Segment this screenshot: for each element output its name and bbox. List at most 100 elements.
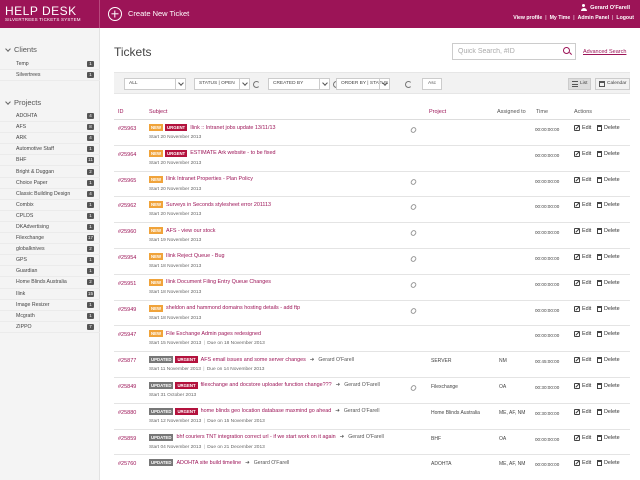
edit-button[interactable]: Edit (574, 228, 591, 235)
table-row[interactable]: #25951 NEW Ilink Document Filing Entry Que… (114, 275, 630, 301)
ticket-id-link[interactable]: #25954 (118, 255, 136, 261)
sidebar-client-item[interactable]: Temp 1 (0, 59, 100, 71)
ticket-subject-link[interactable]: ADOHTA site build timeline (176, 460, 241, 466)
edit-button[interactable]: Edit (574, 357, 591, 364)
calendar-view-button[interactable]: Calendar (595, 78, 631, 90)
sidebar-project-item[interactable]: Image Resizer 1 (0, 300, 100, 311)
ticket-id-link[interactable]: #25962 (118, 203, 136, 209)
projects-header[interactable]: Projects (5, 98, 41, 107)
delete-button[interactable]: Delete (597, 176, 620, 183)
sidebar-project-item[interactable]: Mcgrath 1 (0, 311, 100, 322)
ticket-id-link[interactable]: #25859 (118, 436, 136, 442)
logout-link[interactable]: Logout (616, 15, 634, 21)
edit-button[interactable]: Edit (574, 176, 591, 183)
ticket-subject-link[interactable]: filexchange and docstore uploader functi… (201, 382, 332, 388)
table-row[interactable]: #25960 NEW AFS - view our stock Start 19 No… (114, 223, 630, 249)
column-id[interactable]: ID (118, 109, 124, 115)
clients-header[interactable]: Clients (5, 45, 37, 54)
delete-button[interactable]: Delete (597, 357, 620, 364)
table-row[interactable]: #25947 NEW File Exchange Admin pages redes… (114, 326, 630, 353)
edit-button[interactable]: Edit (574, 408, 591, 415)
ticket-subject-link[interactable]: Ilink Reject Queue - Bug (166, 253, 224, 259)
delete-button[interactable]: Delete (597, 382, 620, 389)
edit-button[interactable]: Edit (574, 331, 591, 338)
created-by-select[interactable]: CREATED BY (268, 78, 330, 90)
delete-button[interactable]: Delete (597, 305, 620, 312)
ticket-id-link[interactable]: #25949 (118, 307, 136, 313)
ticket-subject-link[interactable]: home blinds geo location database maxmin… (201, 408, 332, 414)
ticket-subject-link[interactable]: sheldon and hammond domains hosting deta… (166, 305, 300, 311)
my-time-link[interactable]: My Time (550, 15, 571, 21)
edit-button[interactable]: Edit (574, 279, 591, 286)
ticket-id-link[interactable]: #25960 (118, 229, 136, 235)
edit-button[interactable]: Edit (574, 202, 591, 209)
sidebar-project-item[interactable]: GPS 1 (0, 255, 100, 267)
delete-button[interactable]: Delete (597, 331, 620, 338)
delete-button[interactable]: Delete (597, 408, 620, 415)
order-by-select[interactable]: ORDER BY | STATUS (336, 78, 390, 90)
ticket-subject-link[interactable]: AFS - view our stock (166, 228, 215, 234)
status-filter-select[interactable]: STATUS | OPEN (194, 78, 250, 90)
delete-button[interactable]: Delete (597, 253, 620, 260)
sidebar-project-item[interactable]: Ilink 15 (0, 289, 100, 300)
delete-button[interactable]: Delete (597, 228, 620, 235)
brand[interactable]: HELP DESK SILVERTREES TICKETS SYSTEM (0, 0, 100, 28)
ticket-subject-link[interactable]: Ilink Intranet Properties - Plan Policy (166, 176, 253, 182)
ticket-subject-link[interactable]: File Exchange Admin pages redesigned (166, 331, 261, 337)
ticket-id-link[interactable]: #25951 (118, 281, 136, 287)
sidebar-project-item[interactable]: Combix 1 (0, 200, 100, 211)
delete-button[interactable]: Delete (597, 279, 620, 286)
table-row[interactable]: #25859 UPDATED bhf couriers TNT integratio… (114, 430, 630, 456)
table-row[interactable]: #25849 UPDATED URGENT filexchange and docst… (114, 378, 630, 404)
edit-button[interactable]: Edit (574, 434, 591, 441)
refresh-icon[interactable] (405, 81, 412, 88)
sidebar-project-item[interactable]: DKAdvertising 1 (0, 222, 100, 234)
table-row[interactable]: #25949 NEW sheldon and hammond domains hos… (114, 301, 630, 327)
delete-button[interactable]: Delete (597, 434, 620, 441)
table-row[interactable]: #25965 NEW Ilink Intranet Properties - Pla… (114, 172, 630, 198)
delete-button[interactable]: Delete (597, 460, 620, 467)
list-view-button[interactable]: List (568, 78, 592, 90)
ticket-subject-link[interactable]: Ilink :: Intranet jobs update 13/11/13 (190, 125, 275, 131)
refresh-icon[interactable] (253, 81, 260, 88)
delete-button[interactable]: Delete (597, 202, 620, 209)
sidebar-project-item[interactable]: Bright & Duggan 2 (0, 166, 100, 178)
sidebar-project-item[interactable]: Classic Building Design 4 (0, 189, 100, 200)
column-project[interactable]: Project (429, 109, 446, 115)
sidebar-project-item[interactable]: BHF 11 (0, 155, 100, 167)
ticket-id-link[interactable]: #25963 (118, 126, 136, 132)
delete-button[interactable]: Delete (597, 125, 620, 131)
ticket-subject-link[interactable]: Ilink Document Filing Entry Queue Change… (166, 279, 271, 285)
sidebar-project-item[interactable]: Filexchange 17 (0, 233, 100, 245)
edit-button[interactable]: Edit (574, 125, 591, 131)
table-row[interactable]: #25880 UPDATED URGENT home blinds geo locat… (114, 404, 630, 430)
sidebar-project-item[interactable]: ZIPPO 7 (0, 322, 100, 333)
sort-asc-button[interactable]: Asc (422, 78, 442, 90)
table-row[interactable]: #25760 UPDATED ADOHTA site build timeline ➜… (114, 455, 630, 480)
sidebar-project-item[interactable]: Automotive Staff 1 (0, 144, 100, 156)
sidebar-project-item[interactable]: ARK 4 (0, 133, 100, 145)
project-filter-select[interactable]: ALL (124, 78, 186, 90)
ticket-id-link[interactable]: #25947 (118, 332, 136, 338)
sidebar-project-item[interactable]: globalknives 2 (0, 244, 100, 256)
sidebar-project-item[interactable]: Home Blinds Australia 2 (0, 277, 100, 289)
delete-button[interactable]: Delete (597, 150, 620, 157)
ticket-subject-link[interactable]: Surveys in Seconds stylesheet error 2011… (166, 202, 271, 208)
table-row[interactable]: #25964 NEW URGENT ESTIMATE Ark website - to… (114, 146, 630, 172)
sidebar-project-item[interactable]: AFS 8 (0, 122, 100, 134)
ticket-subject-link[interactable]: AFS email issues and some server changes (201, 357, 306, 363)
ticket-id-link[interactable]: #25877 (118, 358, 136, 364)
admin-panel-link[interactable]: Admin Panel (578, 15, 609, 21)
sidebar-project-item[interactable]: ADOHTA 4 (0, 111, 100, 123)
ticket-subject-link[interactable]: bhf couriers TNT integration correct url… (176, 434, 335, 440)
ticket-id-link[interactable]: #25849 (118, 384, 136, 390)
edit-button[interactable]: Edit (574, 460, 591, 467)
column-subject[interactable]: Subject (149, 109, 167, 115)
quick-search-input[interactable] (452, 43, 576, 60)
create-new-ticket-button[interactable]: Create New Ticket (108, 5, 189, 22)
ticket-id-link[interactable]: #25965 (118, 178, 136, 184)
table-row[interactable]: #25962 NEW Surveys in Seconds stylesheet e… (114, 197, 630, 224)
view-profile-link[interactable]: View profile (513, 15, 542, 21)
search-icon[interactable] (563, 47, 572, 56)
ticket-id-link[interactable]: #25760 (118, 461, 136, 467)
